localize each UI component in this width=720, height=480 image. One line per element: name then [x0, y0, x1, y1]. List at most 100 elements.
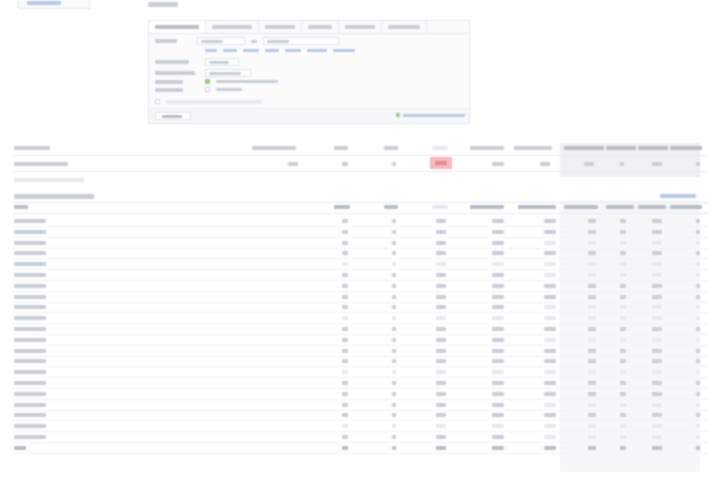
date-to-input[interactable]	[263, 37, 339, 45]
filter-d-label	[155, 87, 183, 92]
table-cell	[544, 327, 556, 331]
table-cell	[588, 251, 596, 256]
table-cell	[14, 424, 46, 429]
table-cell	[620, 370, 626, 375]
table-cell	[436, 445, 446, 450]
table-cell	[652, 424, 662, 429]
table-cell	[696, 219, 700, 223]
table-cell	[652, 294, 662, 299]
filter-c-option	[216, 80, 278, 83]
table-cell	[392, 251, 396, 256]
table-cell	[342, 413, 348, 418]
table-cell	[492, 240, 504, 245]
table-cell	[392, 348, 396, 353]
table-cell	[588, 445, 596, 450]
detail-col-5	[470, 205, 504, 209]
filter-row-c	[155, 79, 278, 84]
table-cell	[620, 273, 626, 277]
summary-val-9	[652, 162, 662, 166]
table-cell	[652, 370, 662, 375]
table-cell	[436, 402, 446, 407]
table-cell	[588, 424, 596, 429]
table-cell	[696, 337, 700, 342]
table-cell	[436, 337, 446, 342]
filter-b-select[interactable]	[205, 69, 251, 77]
quick-link-5[interactable]	[285, 49, 301, 52]
table-cell	[652, 273, 662, 277]
quick-link-3[interactable]	[243, 49, 259, 52]
table-cell	[696, 262, 700, 267]
detail-action-link[interactable]	[660, 194, 696, 198]
table-cell	[652, 316, 662, 321]
table-cell	[14, 219, 46, 223]
top-nav-link[interactable]	[18, 0, 90, 9]
date-from-input[interactable]	[197, 37, 245, 45]
table-cell	[588, 316, 596, 321]
table-cell	[620, 294, 626, 299]
table-cell	[14, 316, 46, 321]
table-cell	[620, 402, 626, 407]
table-cell	[392, 391, 396, 396]
table-row	[12, 356, 708, 366]
tab-1[interactable]	[149, 21, 206, 33]
detail-col-3	[384, 205, 398, 209]
table-cell	[652, 229, 662, 234]
export-link[interactable]	[396, 113, 465, 117]
table-cell	[436, 219, 446, 223]
table-cell	[696, 348, 700, 353]
detail-col-2	[334, 205, 350, 209]
advanced-checkbox[interactable]	[155, 99, 160, 104]
table-cell	[652, 251, 662, 256]
table-cell	[696, 316, 700, 321]
table-cell	[342, 348, 348, 353]
filter-a-select[interactable]	[205, 58, 239, 66]
table-cell	[588, 337, 596, 342]
table-cell	[620, 305, 626, 310]
table-cell	[696, 273, 700, 277]
summary-val-5	[492, 162, 504, 166]
tab-2[interactable]	[206, 21, 259, 33]
table-cell	[436, 327, 446, 331]
quick-link-6[interactable]	[307, 49, 327, 52]
table-cell	[436, 262, 446, 267]
quick-link-7[interactable]	[333, 49, 355, 52]
filter-tabs	[149, 21, 469, 34]
detail-col-9	[638, 205, 666, 209]
filter-d-radio[interactable]	[205, 87, 210, 92]
table-cell	[588, 435, 596, 439]
table-cell	[492, 305, 504, 310]
table-cell	[436, 424, 446, 429]
quick-link-1[interactable]	[205, 49, 217, 52]
table-cell	[492, 294, 504, 299]
quick-link-2[interactable]	[223, 49, 237, 52]
table-row	[12, 324, 708, 334]
table-cell	[652, 391, 662, 396]
filter-row-b	[155, 69, 251, 77]
table-cell	[436, 229, 446, 234]
apply-button[interactable]	[155, 112, 191, 120]
table-cell	[492, 435, 504, 439]
table-cell	[436, 316, 446, 321]
tab-4[interactable]	[302, 21, 339, 33]
table-cell	[342, 240, 348, 245]
table-cell	[342, 305, 348, 310]
table-cell	[342, 337, 348, 342]
filter-c-checkbox[interactable]	[205, 79, 210, 84]
table-cell	[342, 424, 348, 429]
summary-val-2	[342, 162, 348, 166]
summary-val-3	[392, 162, 396, 166]
tab-3[interactable]	[259, 21, 302, 33]
table-cell	[342, 445, 348, 450]
tab-6[interactable]	[382, 21, 427, 33]
table-row	[12, 248, 708, 258]
quick-link-4[interactable]	[265, 49, 279, 52]
table-row	[12, 227, 708, 237]
summary-col-10	[638, 146, 668, 150]
table-cell	[544, 402, 556, 407]
filter-b-label	[155, 71, 195, 75]
tab-5[interactable]	[339, 21, 382, 33]
table-row	[12, 313, 708, 323]
table-cell	[14, 413, 46, 418]
table-cell	[392, 262, 396, 267]
table-cell	[392, 381, 396, 385]
